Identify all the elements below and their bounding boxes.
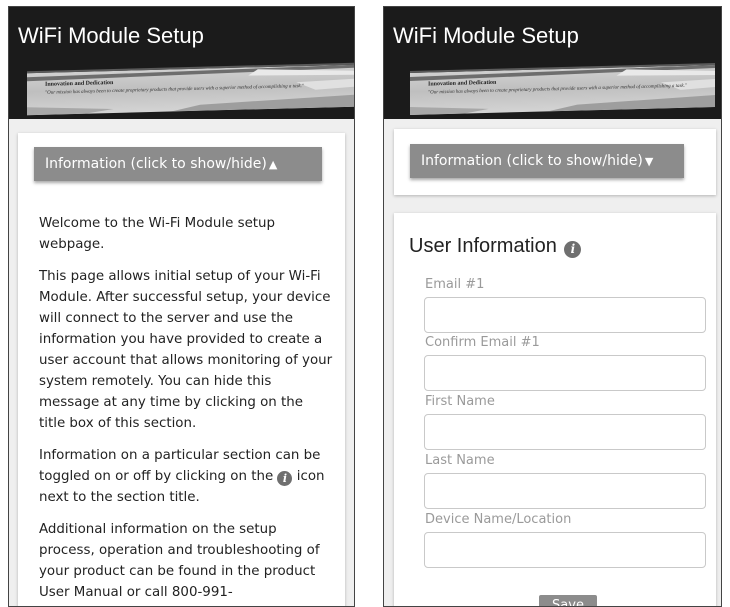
banner-image: Innovation and Dedication "Our mission h…: [410, 63, 715, 115]
expand-arrow-icon: ▼: [644, 155, 654, 168]
header: WiFi Module Setup Innovation and Dedicat…: [9, 7, 354, 119]
banner-image: Innovation and Dedication "Our mission h…: [27, 62, 354, 116]
information-toggle-button[interactable]: Information (click to show/hide) ▲: [34, 147, 322, 181]
info-paragraph-welcome: Welcome to the Wi-Fi Module setup webpag…: [39, 216, 276, 252]
user-information-title-text: User Information: [409, 235, 557, 257]
header: WiFi Module Setup Innovation and Dedicat…: [384, 7, 721, 119]
app-title: WiFi Module Setup: [393, 23, 579, 48]
info-icon[interactable]: i: [564, 241, 582, 258]
information-card: Information (click to show/hide) ▼: [394, 129, 716, 195]
information-card: Information (click to show/hide) ▲ Welcom…: [18, 133, 345, 606]
collapse-arrow-icon: ▲: [268, 158, 278, 171]
device-name-label: Device Name/Location: [425, 512, 572, 527]
information-text: Welcome to the Wi-Fi Module setup webpag…: [39, 213, 333, 606]
setup-screen-info-expanded: WiFi Module Setup Innovation and Dedicat…: [8, 6, 355, 607]
first-name-label: First Name: [425, 394, 495, 409]
setup-screen-user-form: WiFi Module Setup Innovation and Dedicat…: [383, 6, 722, 607]
first-name-field[interactable]: [424, 414, 706, 450]
info-paragraph-toggle-help: Information on a particular section can …: [39, 445, 333, 508]
confirm-email-field[interactable]: [424, 355, 706, 391]
info-paragraph-additional: Additional information on the setup proc…: [39, 522, 320, 600]
information-toggle-label: Information (click to show/hide): [421, 153, 643, 169]
user-information-title: User Information i: [409, 235, 582, 258]
email-label: Email #1: [425, 277, 485, 292]
app-title: WiFi Module Setup: [18, 23, 204, 48]
save-button[interactable]: Save: [539, 595, 597, 606]
info-icon: i: [277, 471, 293, 486]
confirm-email-label: Confirm Email #1: [425, 335, 540, 350]
info-paragraph-purpose: This page allows initial setup of your W…: [39, 269, 333, 431]
device-name-field[interactable]: [424, 532, 706, 568]
information-toggle-button[interactable]: Information (click to show/hide) ▼: [410, 144, 684, 178]
information-toggle-label: Information (click to show/hide): [45, 156, 267, 172]
email-field[interactable]: [424, 297, 706, 333]
last-name-label: Last Name: [425, 453, 495, 468]
last-name-field[interactable]: [424, 473, 706, 509]
